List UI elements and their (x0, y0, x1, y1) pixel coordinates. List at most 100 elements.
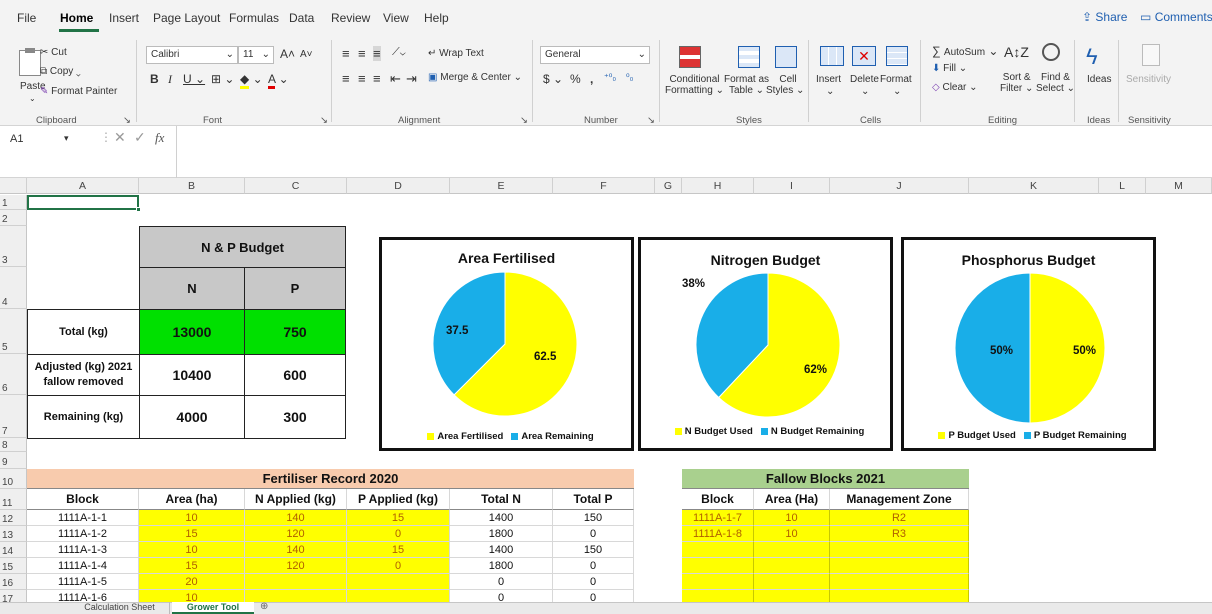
decrease-font-icon[interactable]: A˅ (300, 49, 313, 60)
increase-font-icon[interactable]: A˄ (280, 47, 295, 61)
table-cell[interactable]: R3 (830, 526, 969, 542)
row-header[interactable]: 7 (0, 395, 27, 438)
alignment-launcher-icon[interactable]: ↘ (520, 115, 528, 126)
row-header[interactable]: 13 (0, 526, 27, 542)
table-cell[interactable]: 1111A-1-7 (682, 510, 754, 526)
menu-help[interactable]: Help (424, 11, 449, 25)
format-as-table-button[interactable]: Format as Table ⌄ (724, 74, 769, 96)
table-cell[interactable]: 1111A-1-8 (682, 526, 754, 542)
column-header[interactable]: E (450, 178, 553, 194)
decrease-indent-icon[interactable]: ⇤ (390, 71, 401, 87)
row-header[interactable]: 9 (0, 452, 27, 469)
autosum-button[interactable]: ∑ AutoSum ⌄ (932, 44, 998, 58)
insert-cells-icon[interactable] (820, 46, 844, 66)
column-header[interactable]: M (1146, 178, 1212, 194)
column-header[interactable]: L (1099, 178, 1146, 194)
number-launcher-icon[interactable]: ↘ (647, 115, 655, 126)
paste-chevron-icon[interactable]: ⌄ (29, 94, 36, 103)
format-painter-button[interactable]: ✎ Format Painter (40, 86, 117, 97)
chevron-down-icon[interactable]: ⌄ (861, 86, 869, 97)
column-header[interactable]: K (969, 178, 1099, 194)
sensitivity-icon[interactable] (1142, 44, 1160, 66)
table-cell[interactable]: 20 (139, 574, 245, 590)
row-header[interactable]: 6 (0, 354, 27, 395)
table-cell[interactable]: 15 (347, 542, 450, 558)
row-header[interactable]: 10 (0, 469, 27, 489)
table-cell[interactable] (347, 574, 450, 590)
name-box[interactable]: A1 ▾ (6, 130, 90, 150)
format-cells-icon[interactable] (886, 46, 908, 66)
font-name-select[interactable]: Calibri ⌄ (146, 46, 238, 64)
table-cell[interactable]: 0 (553, 526, 634, 542)
conditional-formatting-icon[interactable] (679, 46, 701, 68)
table-cell[interactable]: 0 (347, 558, 450, 574)
table-cell[interactable]: 140 (245, 542, 347, 558)
table-cell[interactable] (754, 574, 830, 590)
table-cell[interactable] (682, 574, 754, 590)
comments-button[interactable]: ▭ Comments (1140, 10, 1212, 28)
table-cell[interactable]: 10 (754, 510, 830, 526)
find-select-button[interactable]: Find & Select ⌄ (1036, 72, 1075, 94)
menu-page-layout[interactable]: Page Layout (153, 11, 220, 25)
table-cell[interactable]: R2 (830, 510, 969, 526)
table-cell[interactable]: 120 (245, 558, 347, 574)
table-cell[interactable]: 1111A-1-4 (27, 558, 139, 574)
align-bottom-icon[interactable]: ≡ (373, 46, 381, 61)
table-cell[interactable]: 150 (553, 510, 634, 526)
clear-button[interactable]: ◇ Clear ⌄ (932, 82, 978, 93)
format-button[interactable]: Format (880, 74, 912, 85)
menu-review[interactable]: Review (331, 11, 370, 25)
currency-icon[interactable]: $ ⌄ (543, 72, 563, 86)
table-cell[interactable] (754, 558, 830, 574)
chart-phosphorus-budget[interactable]: Phosphorus Budget 50% 50% P Budget Used P … (901, 237, 1156, 451)
row-header[interactable]: 4 (0, 267, 27, 309)
table-cell[interactable]: 15 (139, 526, 245, 542)
table-cell[interactable] (830, 574, 969, 590)
font-size-select[interactable]: 11 ⌄ (238, 46, 274, 64)
select-all-corner[interactable] (0, 178, 27, 194)
delete-button[interactable]: Delete (850, 74, 879, 85)
table-cell[interactable]: 1800 (450, 558, 553, 574)
align-left-icon[interactable]: ≡ (342, 71, 350, 86)
table-cell[interactable]: 15 (347, 510, 450, 526)
table-cell[interactable] (830, 558, 969, 574)
font-launcher-icon[interactable]: ↘ (320, 115, 328, 126)
ideas-icon[interactable]: ϟ (1086, 44, 1098, 70)
chart-area-fertilised[interactable]: Area Fertilised 62.5 37.5 Area Fertilised… (379, 237, 634, 451)
copy-button[interactable]: ⧉ Copy ⌄ (40, 66, 81, 77)
percent-icon[interactable]: % (570, 72, 581, 86)
fill-handle[interactable] (136, 207, 141, 212)
table-cell[interactable]: 10 (139, 542, 245, 558)
row-header[interactable]: 12 (0, 510, 27, 526)
insert-function-icon[interactable]: fx (155, 130, 164, 146)
cancel-icon[interactable]: ✕ (114, 129, 126, 146)
column-header[interactable]: B (139, 178, 245, 194)
table-cell[interactable]: 1111A-1-3 (27, 542, 139, 558)
merge-center-button[interactable]: ▣ Merge & Center ⌄ (428, 72, 522, 83)
table-cell[interactable]: 1800 (450, 526, 553, 542)
column-header[interactable]: J (830, 178, 969, 194)
table-cell[interactable]: 1400 (450, 542, 553, 558)
chevron-down-icon[interactable]: ⌄ (826, 86, 834, 97)
column-header[interactable]: C (245, 178, 347, 194)
cell-styles-icon[interactable] (775, 46, 797, 68)
cut-button[interactable]: ✂ Cut (40, 47, 67, 58)
row-header[interactable]: 14 (0, 542, 27, 558)
table-cell[interactable]: 1111A-1-5 (27, 574, 139, 590)
table-cell[interactable]: 1111A-1-1 (27, 510, 139, 526)
delete-cells-icon[interactable]: ✕ (852, 46, 876, 66)
underline-button[interactable]: U ⌄ (183, 72, 205, 86)
menu-home[interactable]: Home (60, 11, 93, 25)
find-icon[interactable] (1042, 43, 1060, 61)
column-header[interactable]: I (754, 178, 830, 194)
clipboard-launcher-icon[interactable]: ↘ (123, 115, 131, 126)
sheet-tab-grower-tool[interactable]: Grower Tool (172, 602, 254, 614)
comma-icon[interactable]: , (590, 72, 593, 86)
table-cell[interactable]: 15 (139, 558, 245, 574)
paste-icon[interactable] (19, 48, 41, 76)
row-header[interactable]: 11 (0, 489, 27, 510)
increase-indent-icon[interactable]: ⇥ (406, 71, 417, 87)
sort-filter-icon[interactable]: A↕Z (1004, 44, 1029, 60)
borders-icon[interactable]: ⊞ ⌄ (211, 72, 234, 86)
align-middle-icon[interactable]: ≡ (358, 46, 366, 61)
